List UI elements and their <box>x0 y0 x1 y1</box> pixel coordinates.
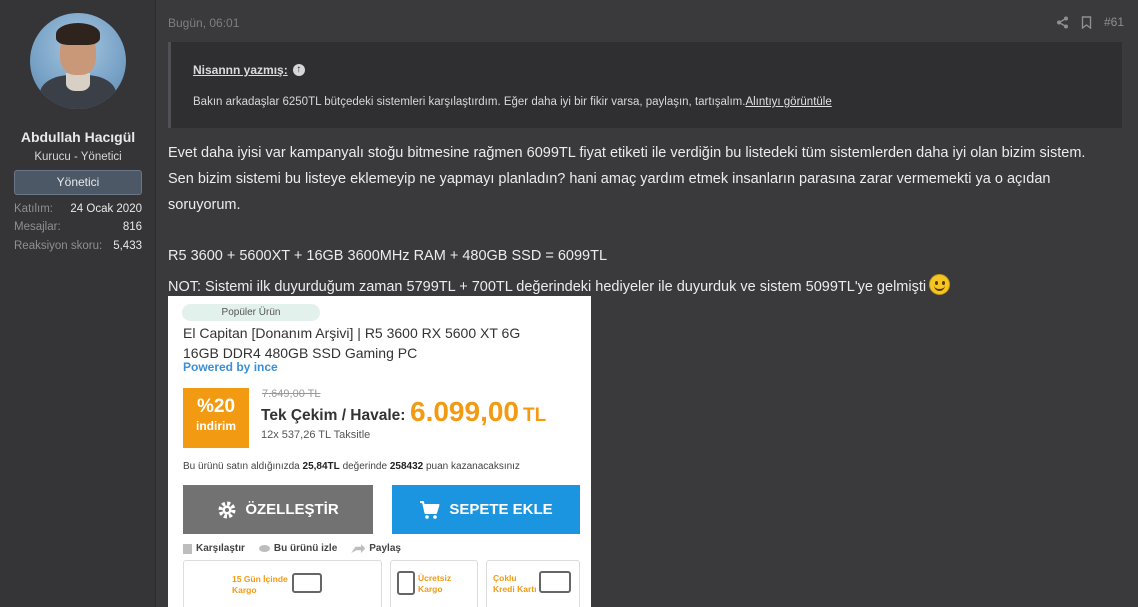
message-note: NOT: Sistemi ilk duyurduğum zaman 5799TL… <box>168 274 951 295</box>
product-image[interactable]: Popüler Ürün El Capitan [Donanım Arşivi]… <box>168 296 591 607</box>
post-time[interactable]: Bugün, 06:01 <box>168 16 239 30</box>
stat-reaction-score: Reaksiyon skoru: 5,433 <box>14 240 142 252</box>
points-info: Bu ürünü satın aldığınızda 25,84TL değer… <box>183 461 520 472</box>
discount-badge: %20 indirim <box>183 388 249 448</box>
arrow-up-icon[interactable]: ↑ <box>292 64 305 76</box>
message-line: Evet daha iyisi var kampanyalı stoğu bit… <box>168 145 1086 161</box>
post-number[interactable]: #61 <box>1104 15 1124 29</box>
add-to-cart-button[interactable]: SEPETE EKLE <box>392 485 580 534</box>
watch-link[interactable]: Bu ürünü izle <box>258 543 337 554</box>
message-line: soruyorum. <box>168 197 241 213</box>
feature-fast-cargo: 15 Gün İçinde Kargo <box>183 560 382 607</box>
quote-text: Bakın arkadaşlar 6250TL bütçedeki sistem… <box>193 96 832 108</box>
courier-icon <box>397 571 415 595</box>
post-actions: #61 <box>1056 15 1124 29</box>
user-banner: Yönetici <box>14 170 142 195</box>
pay-type: Tek Çekim / Havale: <box>261 407 406 424</box>
quote-block: Nisannn yazmış: ↑ Bakın arkadaşlar 6250T… <box>168 42 1122 128</box>
eye-icon <box>258 545 270 552</box>
installment: 12x 537,26 TL Taksitle <box>261 429 371 441</box>
view-quote-link[interactable]: Alıntıyı görüntüle <box>745 96 831 108</box>
user-title: Kurucu - Yönetici <box>34 151 122 163</box>
compare-icon <box>183 543 192 554</box>
price: 6.099,00 TL <box>410 396 547 427</box>
credit-card-icon <box>539 571 571 593</box>
gear-icon <box>218 501 236 518</box>
popular-badge: Popüler Ürün <box>182 304 320 321</box>
share-link[interactable]: Paylaş <box>351 543 401 554</box>
share-arrow-icon <box>351 544 366 553</box>
customize-button[interactable]: ÖZELLEŞTİR <box>183 485 373 534</box>
compare-link[interactable]: Karşılaştır <box>183 543 245 554</box>
feature-multi-card: Çoklu Kredi Kartı <box>486 560 580 607</box>
message-line: Sen bizim sistemi bu listeye eklemeyip n… <box>168 171 1051 187</box>
stat-joined: Katılım: 24 Ocak 2020 <box>14 203 142 215</box>
old-price: 7.649,00 TL <box>262 388 321 400</box>
share-icon[interactable] <box>1056 16 1069 29</box>
stat-messages: Mesajlar: 816 <box>14 221 142 233</box>
avatar[interactable] <box>30 13 126 109</box>
user-sidebar: Abdullah Hacıgül Kurucu - Yönetici Yönet… <box>0 0 156 607</box>
bookmark-icon[interactable] <box>1081 15 1092 29</box>
product-tools: Karşılaştır Bu ürünü izle Paylaş <box>183 543 415 554</box>
product-title: El Capitan [Donanım Arşivi] | R5 3600 RX… <box>183 325 521 361</box>
powered-by: Powered by ince <box>183 360 278 374</box>
truck-icon <box>292 573 322 593</box>
username[interactable]: Abdullah Hacıgül <box>0 129 156 145</box>
message-line: R5 3600 + 5600XT + 16GB 3600MHz RAM + 48… <box>168 248 608 264</box>
cart-icon <box>420 500 440 519</box>
smiley-icon <box>929 274 951 295</box>
quote-author[interactable]: Nisannn yazmış: ↑ <box>193 63 305 77</box>
feature-free-cargo: Ücretsiz Kargo <box>390 560 478 607</box>
